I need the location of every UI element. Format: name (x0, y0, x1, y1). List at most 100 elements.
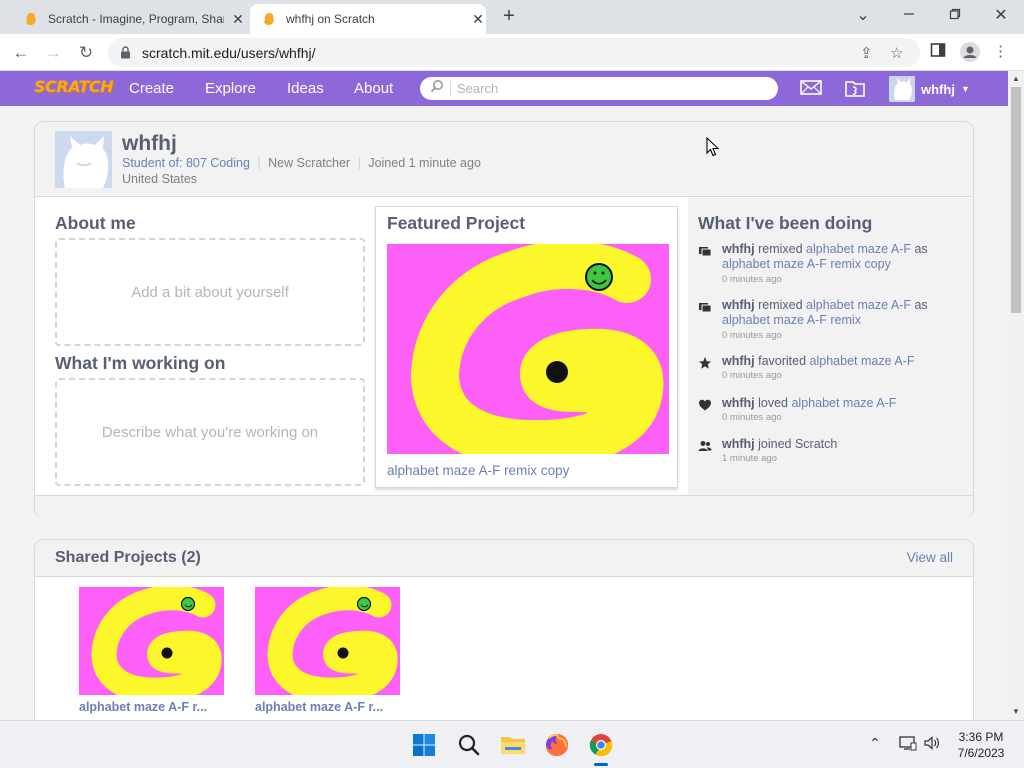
activity-verb: remixed (754, 298, 807, 312)
activity-header: What I've been doing (698, 213, 873, 233)
activity-link[interactable]: alphabet maze A-F (806, 242, 911, 256)
activity-item: whfhj joined Scratch 1 minute ago (698, 437, 968, 465)
side-panel-icon[interactable] (928, 42, 948, 64)
about-me-placeholder: Add a bit about yourself (131, 283, 289, 301)
profile-meta: Student of: 807 Coding | New Scratcher |… (122, 156, 481, 170)
profile-avatar[interactable] (55, 131, 112, 188)
activity-verb: loved (754, 396, 792, 410)
page-content: whfhj Student of: 807 Coding | New Scrat… (0, 106, 1008, 720)
scratch-search-input[interactable]: Search (420, 77, 778, 100)
restore-icon[interactable] (943, 5, 967, 27)
windows-taskbar: ⌃ 3:36 PM 7/6/2023 (0, 720, 1024, 768)
remix-icon (698, 300, 712, 314)
shared-projects-title: Shared Projects (2) (55, 549, 201, 566)
close-window-icon[interactable]: ✕ (989, 5, 1013, 27)
windows-start-icon[interactable] (410, 731, 438, 759)
nav-about[interactable]: About (354, 80, 393, 97)
activity-item: whfhj favorited alphabet maze A-F 0 minu… (698, 354, 968, 382)
shared-project-title-link[interactable]: alphabet maze A-F r... (255, 700, 383, 714)
avatar (889, 76, 915, 102)
class-link[interactable]: 807 Coding (186, 156, 250, 170)
people-icon (698, 439, 712, 453)
scratch-favicon-icon (262, 12, 276, 26)
activity-link[interactable]: alphabet maze A-F remix copy (722, 257, 891, 271)
tab-close-icon[interactable]: ✕ (230, 11, 246, 27)
messages-icon[interactable] (800, 78, 822, 101)
shared-project-thumbnail[interactable] (79, 587, 224, 695)
back-icon[interactable]: ← (10, 42, 32, 64)
scrollbar-thumb[interactable] (1011, 87, 1021, 313)
scroll-up-icon[interactable]: ▲ (1012, 74, 1020, 83)
volume-icon[interactable] (923, 735, 941, 754)
file-explorer-icon[interactable] (499, 731, 527, 759)
shared-project-thumbnail[interactable] (255, 587, 400, 695)
divider: | (257, 156, 261, 170)
about-me-textarea[interactable]: Add a bit about yourself (55, 238, 365, 346)
activity-link[interactable]: alphabet maze A-F (806, 298, 911, 312)
network-icon[interactable] (899, 735, 917, 754)
view-all-link[interactable]: View all (907, 550, 953, 565)
bookmark-star-icon[interactable]: ☆ (890, 44, 903, 62)
activity-user[interactable]: whfhj (722, 242, 755, 256)
activity-time: 1 minute ago (722, 453, 777, 464)
divider: | (357, 156, 361, 170)
activity-time: 0 minutes ago (722, 274, 782, 285)
scratch-favicon-icon (24, 12, 38, 26)
nav-ideas[interactable]: Ideas (287, 80, 324, 97)
tab-search-chevron-icon[interactable]: ⌄ (851, 5, 875, 27)
featured-project-thumbnail[interactable] (387, 244, 669, 454)
tab-title: Scratch - Imagine, Program, Shar (48, 12, 224, 26)
chrome-icon[interactable] (587, 731, 615, 759)
working-on-textarea[interactable]: Describe what you're working on (55, 378, 365, 486)
activity-user[interactable]: whfhj (722, 437, 755, 451)
reload-icon[interactable]: ↻ (75, 42, 97, 64)
tab-close-icon[interactable]: ✕ (470, 11, 486, 27)
rank-label: New Scratcher (268, 156, 351, 170)
lock-icon[interactable] (120, 46, 134, 60)
activity-item: whfhj loved alphabet maze A-F 0 minutes … (698, 396, 968, 424)
activity-time: 0 minutes ago (722, 370, 782, 381)
minimize-icon[interactable] (897, 5, 921, 27)
menu-dots-icon[interactable]: ⋮ (993, 42, 1008, 64)
scratch-navbar: SCRATCH Create Explore Ideas About Searc… (0, 71, 1008, 106)
mouse-cursor-icon (706, 136, 720, 162)
shared-projects-header: Shared Projects (2) View all (35, 540, 973, 577)
firefox-icon[interactable] (543, 731, 571, 759)
system-clock[interactable]: 3:36 PM 7/6/2023 (946, 729, 1016, 761)
scratch-logo[interactable]: SCRATCH (34, 77, 113, 96)
featured-project-title-link[interactable]: alphabet maze A-F remix copy (387, 463, 569, 478)
clock-date: 7/6/2023 (957, 746, 1005, 760)
shared-project-title-link[interactable]: alphabet maze A-F r... (79, 700, 207, 714)
activity-time: 0 minutes ago (722, 330, 782, 341)
new-tab-icon[interactable]: + (498, 6, 520, 28)
activity-link[interactable]: alphabet maze A-F (791, 396, 896, 410)
url-text: scratch.mit.edu/users/whfhj/ (142, 44, 316, 61)
share-icon[interactable]: ⇪ (860, 44, 873, 62)
my-stuff-icon[interactable] (844, 78, 866, 103)
nav-explore[interactable]: Explore (205, 80, 256, 97)
activity-link[interactable]: alphabet maze A-F (810, 354, 915, 368)
forward-icon[interactable]: → (42, 42, 64, 64)
featured-project-card: Featured Project alphabet maze A-F remix… (375, 206, 678, 488)
tab-user-profile[interactable]: whfhj on Scratch ✕ (250, 4, 486, 34)
activity-user[interactable]: whfhj (722, 298, 755, 312)
joined-label: Joined 1 minute ago (368, 156, 481, 170)
account-menu[interactable]: whfhj ▼ (889, 76, 970, 102)
search-placeholder: Search (450, 81, 498, 96)
search-icon (430, 79, 444, 98)
address-bar[interactable]: scratch.mit.edu/users/whfhj/ ⇪ ☆ (108, 38, 920, 67)
tab-scratch-home[interactable]: Scratch - Imagine, Program, Shar ✕ (14, 4, 246, 34)
taskbar-search-icon[interactable] (455, 731, 483, 759)
show-hidden-icons-chevron-icon[interactable]: ⌃ (869, 735, 881, 752)
heart-icon (698, 398, 712, 412)
activity-user[interactable]: whfhj (722, 354, 755, 368)
activity-time: 0 minutes ago (722, 412, 782, 423)
profile-icon[interactable] (959, 42, 981, 64)
activity-user[interactable]: whfhj (722, 396, 755, 410)
activity-verb: remixed (754, 242, 807, 256)
activity-link[interactable]: alphabet maze A-F remix (722, 313, 861, 327)
nav-create[interactable]: Create (129, 80, 174, 97)
scroll-down-icon[interactable]: ▼ (1012, 707, 1020, 716)
tab-title: whfhj on Scratch (286, 12, 375, 26)
page-scrollbar[interactable]: ▲ ▼ (1008, 71, 1024, 720)
